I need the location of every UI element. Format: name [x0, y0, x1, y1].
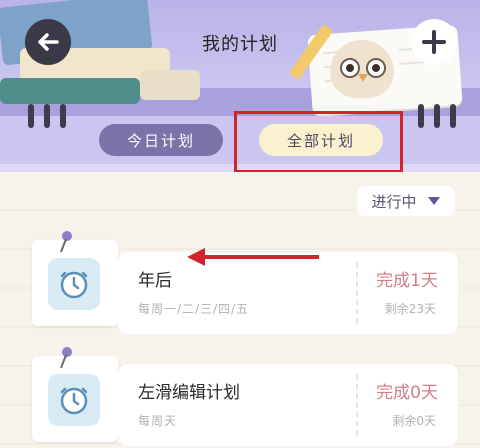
plan-schedule: 每周一/二/三/四/五: [138, 302, 250, 316]
add-plan-button[interactable]: [411, 19, 457, 65]
card-divider: [356, 374, 358, 436]
binder-ring: [450, 104, 456, 128]
plan-icon-card: [32, 347, 118, 442]
plan-name: 左滑编辑计划: [138, 383, 240, 403]
header-banner: [0, 0, 480, 122]
plan-icon-card: [32, 231, 118, 326]
binder-ring: [434, 104, 440, 128]
plan-schedule: 每周天: [138, 414, 178, 428]
plan-remaining: 剩余0天: [392, 414, 436, 428]
plan-remaining: 剩余23天: [384, 302, 436, 316]
plan-status: 完成0天: [376, 383, 438, 403]
card-divider: [356, 262, 358, 324]
caret-down-icon: [427, 197, 440, 205]
plan-card[interactable]: 左滑编辑计划 每周天 完成0天 剩余0天: [118, 364, 458, 446]
annotation-highlight-box: [234, 111, 403, 173]
binder-ring: [28, 104, 34, 128]
status-filter-dropdown[interactable]: 进行中: [357, 186, 455, 216]
binder-ring: [60, 104, 66, 128]
annotation-arrow: [187, 248, 319, 266]
book-illustration: [0, 78, 140, 104]
tab-today-plans[interactable]: 今日计划: [99, 124, 223, 156]
page-title: 我的计划: [202, 34, 278, 55]
book-illustration: [140, 70, 200, 100]
plan-status: 完成1天: [376, 271, 438, 291]
plan-name: 年后: [138, 271, 172, 291]
pushpin-icon: [60, 347, 72, 369]
binder-ring: [44, 104, 50, 128]
binder-ring: [418, 104, 424, 128]
alarm-clock-icon: [48, 374, 100, 426]
alarm-clock-icon: [48, 258, 100, 310]
plus-icon: [422, 30, 446, 54]
pushpin-icon: [60, 231, 72, 253]
filter-label: 进行中: [371, 192, 417, 211]
